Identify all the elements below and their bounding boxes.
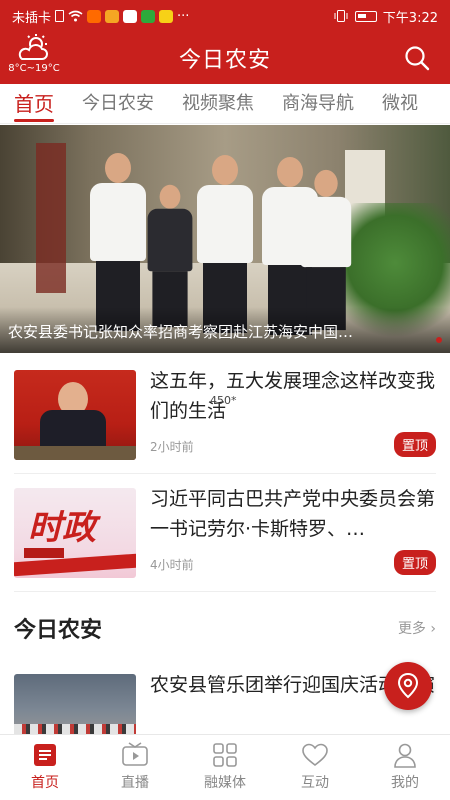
news-title: 这五年，五大发展理念这样改变我们的生活	[150, 370, 436, 422]
search-icon[interactable]	[404, 45, 430, 71]
tab-business-nav[interactable]: 商海导航	[268, 84, 368, 123]
nav-interact[interactable]: 互动	[270, 735, 360, 800]
location-button[interactable]	[384, 662, 432, 710]
status-bar: 未插卡 ··· 下午3:22	[0, 0, 450, 32]
app-title: 今日农安	[178, 48, 271, 73]
tab-today-nongan[interactable]: 今日农安	[68, 84, 168, 123]
clock: 下午3:22	[382, 10, 438, 26]
hero-banner[interactable]: 农安县委书记张知众率招商考察团赴江苏海安中国…	[0, 125, 450, 353]
list-item[interactable]: 时政 习近平同古巴共产党中央委员会第一书记劳尔·卡斯特罗、… 4小时前 置顶	[14, 474, 436, 592]
nav-profile[interactable]: 我的	[360, 735, 450, 800]
news-thumbnail	[14, 674, 136, 736]
nav-media[interactable]: 融媒体	[180, 735, 270, 800]
list-item[interactable]: 这五年，五大发展理念这样改变我们的生活 450* 2小时前 置顶	[14, 356, 436, 474]
app-notif-icon	[105, 9, 120, 23]
live-icon	[122, 742, 148, 766]
location-pin-icon	[397, 673, 419, 699]
bottom-nav: 首页 直播 融媒体 互动 我的	[0, 734, 450, 800]
tab-home[interactable]: 首页	[0, 84, 68, 123]
vibrate-icon	[334, 10, 348, 22]
news-time: 2小时前	[150, 440, 194, 454]
sim-icon	[55, 10, 65, 22]
app-notif-icon	[141, 9, 156, 23]
wifi-icon	[68, 10, 83, 22]
news-thumbnail: 时政	[14, 488, 136, 578]
tab-video-focus[interactable]: 视频聚焦	[168, 84, 268, 123]
tab-micro-video[interactable]: 微视	[368, 84, 432, 123]
more-notifs: ···	[177, 8, 190, 24]
category-tabs: 首页 今日农安 视频聚焦 商海导航 微视	[0, 84, 450, 124]
list-item[interactable]: 农安县管乐团举行迎国庆活动义演	[14, 660, 436, 736]
grid-icon	[213, 743, 237, 767]
heart-icon	[302, 743, 328, 767]
weibo-icon	[159, 9, 174, 23]
more-link[interactable]: 更多 ›	[398, 618, 436, 638]
nav-home[interactable]: 首页	[0, 735, 90, 800]
app-notif-icon	[87, 9, 102, 23]
home-icon	[34, 744, 56, 766]
battery-icon	[354, 10, 377, 22]
nav-live[interactable]: 直播	[90, 735, 180, 800]
app-notif-icon	[123, 9, 138, 23]
pinned-badge: 置顶	[393, 432, 436, 457]
user-icon	[394, 743, 416, 768]
news-title: 习近平同古巴共产党中央委员会第一书记劳尔·卡斯特罗、…	[150, 488, 436, 540]
section-header: 今日农安 更多 ›	[14, 600, 436, 656]
chevron-right-icon: ›	[430, 621, 436, 637]
news-time: 4小时前	[150, 558, 194, 572]
image-size-label: 450*	[210, 394, 237, 407]
carousel-indicator	[436, 337, 442, 343]
hero-caption: 农安县委书记张知众率招商考察团赴江苏海安中国…	[0, 307, 450, 353]
pinned-badge: 置顶	[393, 550, 436, 575]
news-thumbnail	[14, 370, 136, 460]
sim-status: 未插卡	[12, 10, 52, 26]
app-header: 8°C~19°C 今日农安	[0, 32, 450, 84]
section-title: 今日农安	[14, 618, 103, 643]
